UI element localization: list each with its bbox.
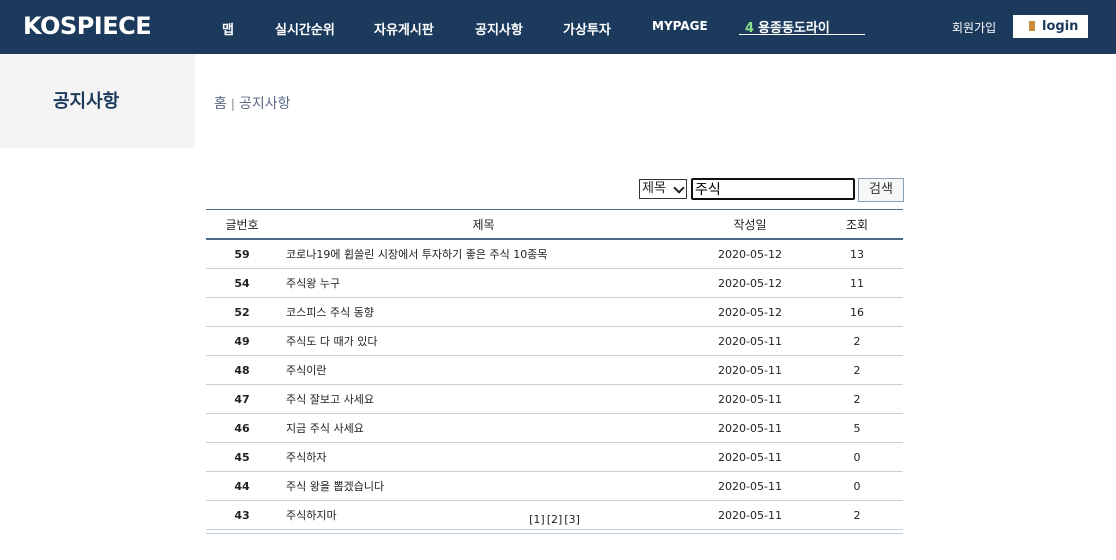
- search-field-selected: 제목: [642, 181, 666, 196]
- header-title: 제목: [278, 209, 689, 240]
- row-no: 45: [206, 442, 278, 472]
- nav-item-virtual-investment[interactable]: 가상투자: [563, 19, 611, 38]
- table-row: 49 주식도 다 때가 있다 2020-05-11 2: [206, 326, 903, 356]
- breadcrumb-home[interactable]: 홈: [214, 96, 227, 112]
- table-row: 52 코스피스 주식 동향 2020-05-12 16: [206, 297, 903, 327]
- row-views: 16: [811, 297, 903, 327]
- notice-table: 글번호 제목 작성일 조회 59 코로나19에 휩쓸린 시장에서 투자하기 좋은…: [206, 209, 903, 530]
- row-title[interactable]: 코스피스 주식 동향: [278, 297, 689, 327]
- table-row: 45 주식하자 2020-05-11 0: [206, 442, 903, 472]
- row-date: 2020-05-12: [689, 268, 811, 298]
- page-title: 공지사항: [53, 91, 120, 112]
- breadcrumb: 홈 | 공지사항: [214, 93, 290, 113]
- row-views: 2: [811, 384, 903, 414]
- chevron-down-icon: [673, 182, 685, 194]
- row-no: 59: [206, 239, 278, 269]
- row-no: 52: [206, 297, 278, 327]
- search-input[interactable]: [691, 178, 855, 200]
- row-views: 0: [811, 442, 903, 472]
- site-logo[interactable]: KOSPIECE: [23, 12, 152, 40]
- row-views: 0: [811, 471, 903, 501]
- page-link-3[interactable]: [3]: [564, 513, 580, 526]
- table-row: 44 주식 왕을 뽑겠습니다 2020-05-11 0: [206, 471, 903, 501]
- login-label: login: [1042, 19, 1079, 34]
- row-no: 48: [206, 355, 278, 385]
- row-title[interactable]: 주식 왕을 뽑겠습니다: [278, 471, 689, 501]
- row-title[interactable]: 주식하자: [278, 442, 689, 472]
- table-header-row: 글번호 제목 작성일 조회: [206, 209, 903, 240]
- ticker-rank: 4: [745, 21, 755, 36]
- row-views: 13: [811, 239, 903, 269]
- table-row: 59 코로나19에 휩쓸린 시장에서 투자하기 좋은 주식 10종목 2020-…: [206, 239, 903, 269]
- realtime-rank-ticker[interactable]: 4 용종동도라이: [739, 17, 865, 36]
- row-views: 2: [811, 355, 903, 385]
- top-navigation-bar: KOSPIECE 맵 실시간순위 자유게시판 공지사항 가상투자 MYPAGE …: [0, 0, 1116, 54]
- row-date: 2020-05-12: [689, 297, 811, 327]
- table-row: 48 주식이란 2020-05-11 2: [206, 355, 903, 385]
- row-date: 2020-05-11: [689, 326, 811, 356]
- header-date: 작성일: [689, 209, 811, 240]
- row-no: 54: [206, 268, 278, 298]
- row-no: 46: [206, 413, 278, 443]
- door-icon: [1029, 21, 1035, 31]
- row-title[interactable]: 지금 주식 사세요: [278, 413, 689, 443]
- row-views: 2: [811, 326, 903, 356]
- row-views: 5: [811, 413, 903, 443]
- page-title-panel: 공지사항: [0, 54, 195, 148]
- nav-item-realtime-ranking[interactable]: 실시간순위: [275, 19, 335, 38]
- nav-item-map[interactable]: 맵: [222, 19, 234, 38]
- table-row: 46 지금 주식 사세요 2020-05-11 5: [206, 413, 903, 443]
- row-title[interactable]: 주식 잘보고 사세요: [278, 384, 689, 414]
- row-title[interactable]: 코로나19에 휩쓸린 시장에서 투자하기 좋은 주식 10종목: [278, 239, 689, 269]
- row-date: 2020-05-11: [689, 384, 811, 414]
- page-link-2[interactable]: [2]: [547, 513, 563, 526]
- row-date: 2020-05-11: [689, 442, 811, 472]
- row-no: 47: [206, 384, 278, 414]
- row-date: 2020-05-11: [689, 355, 811, 385]
- table-row: 54 주식왕 누구 2020-05-12 11: [206, 268, 903, 298]
- row-date: 2020-05-12: [689, 239, 811, 269]
- row-title[interactable]: 주식왕 누구: [278, 268, 689, 298]
- table-row: 47 주식 잘보고 사세요 2020-05-11 2: [206, 384, 903, 414]
- header-no: 글번호: [206, 209, 278, 240]
- nav-item-notice[interactable]: 공지사항: [475, 19, 523, 38]
- row-no: 49: [206, 326, 278, 356]
- search-field-select[interactable]: 제목: [639, 179, 687, 199]
- row-no: 44: [206, 471, 278, 501]
- breadcrumb-separator: |: [230, 97, 235, 111]
- ticker-stock-name: 용종동도라이: [758, 21, 830, 36]
- search-button[interactable]: 검색: [858, 178, 904, 202]
- row-date: 2020-05-11: [689, 471, 811, 501]
- nav-item-mypage[interactable]: MYPAGE: [652, 19, 708, 33]
- signup-link[interactable]: 회원가입: [952, 19, 996, 36]
- breadcrumb-current: 공지사항: [238, 96, 291, 112]
- login-button[interactable]: login: [1013, 15, 1088, 38]
- header-views: 조회: [811, 209, 903, 240]
- row-title[interactable]: 주식이란: [278, 355, 689, 385]
- row-date: 2020-05-11: [689, 413, 811, 443]
- nav-item-free-board[interactable]: 자유게시판: [374, 19, 434, 38]
- page-link-1[interactable]: [1]: [529, 513, 545, 526]
- row-title[interactable]: 주식도 다 때가 있다: [278, 326, 689, 356]
- row-views: 11: [811, 268, 903, 298]
- pagination: [1] [2] [3]: [206, 507, 903, 534]
